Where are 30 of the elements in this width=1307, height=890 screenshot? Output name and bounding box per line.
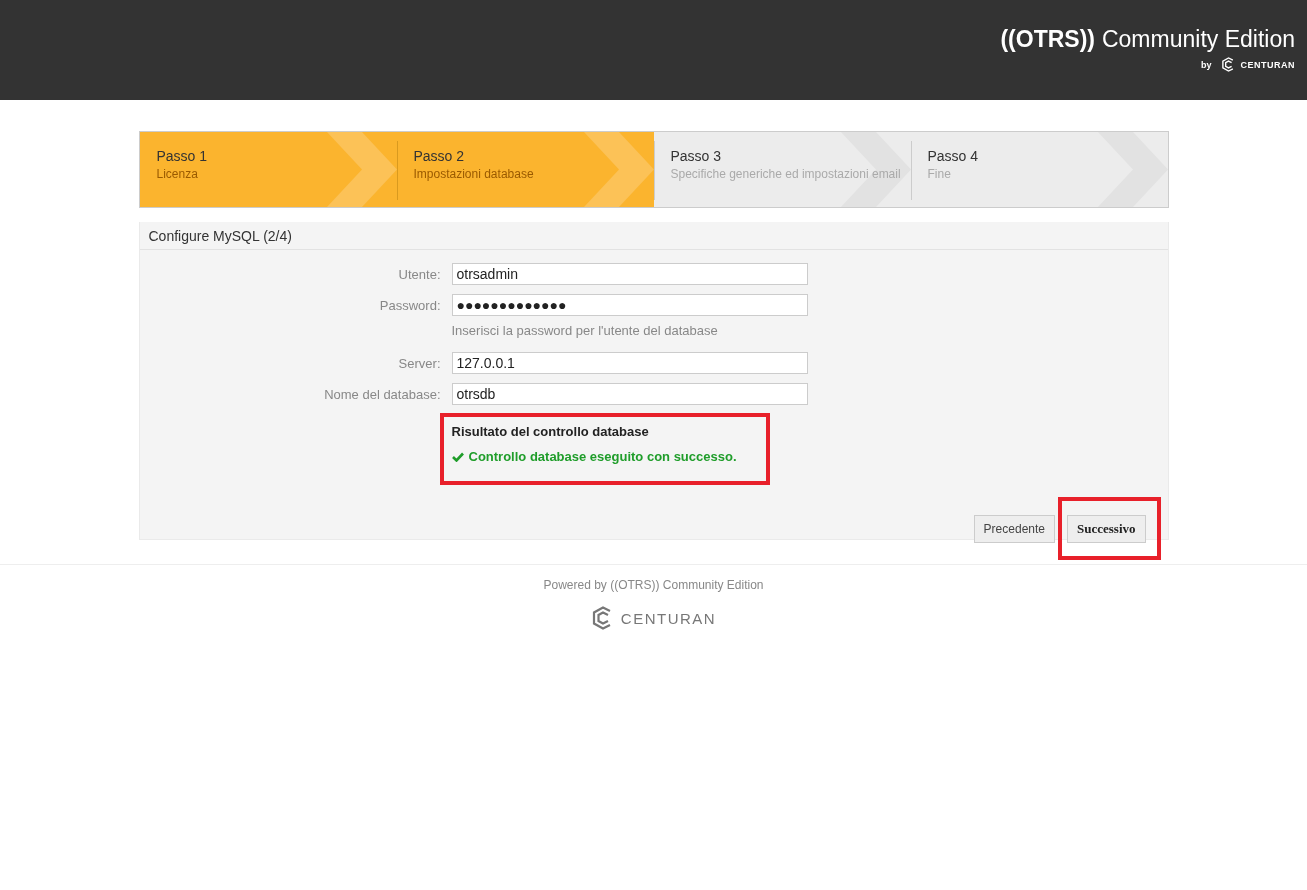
step-subtitle: Licenza <box>156 167 199 181</box>
step-title: Passo 3 <box>670 148 723 164</box>
step-subtitle: Impostazioni database <box>413 167 535 181</box>
c-logo-icon <box>1220 57 1236 72</box>
step-subtitle: Fine <box>927 167 952 181</box>
product-name: Community Edition <box>1101 26 1295 53</box>
step-subtitle: Specifiche generiche ed impostazioni email <box>670 167 902 181</box>
brand-name: CENTURAN <box>1240 59 1295 70</box>
result-title: Risultato del controllo database <box>451 424 650 439</box>
field-label: Server: <box>397 355 442 371</box>
next-button[interactable]: Successivo <box>1067 515 1146 543</box>
powered-by-text: Powered by ((OTRS)) Community Edition <box>543 578 764 592</box>
field-label: Password: <box>378 297 442 313</box>
field-label: Nome del database: <box>323 386 442 402</box>
input-field[interactable]: otrsdb <box>451 383 808 405</box>
check-icon <box>451 451 464 462</box>
field-hint: Inserisci la password per l'utente del database <box>451 323 718 338</box>
input-field[interactable]: ●●●●●●●●●●●●● <box>451 294 808 316</box>
result-message: Controllo database eseguito con successo. <box>468 449 737 464</box>
input-field[interactable]: 127.0.0.1 <box>451 352 808 374</box>
product-logo: ((OTRS)) <box>1000 26 1095 53</box>
step-title: Passo 2 <box>413 148 466 164</box>
by-label: by <box>1201 59 1212 70</box>
step-title: Passo 4 <box>927 148 980 164</box>
step-title: Passo 1 <box>156 148 209 164</box>
previous-button[interactable]: Precedente <box>973 515 1055 543</box>
field-label: Utente: <box>397 266 442 282</box>
input-field[interactable]: otrsadmin <box>451 263 808 285</box>
panel-title: Configure MySQL (2/4) <box>148 227 292 244</box>
footer-brand: CENTURAN <box>620 609 717 627</box>
